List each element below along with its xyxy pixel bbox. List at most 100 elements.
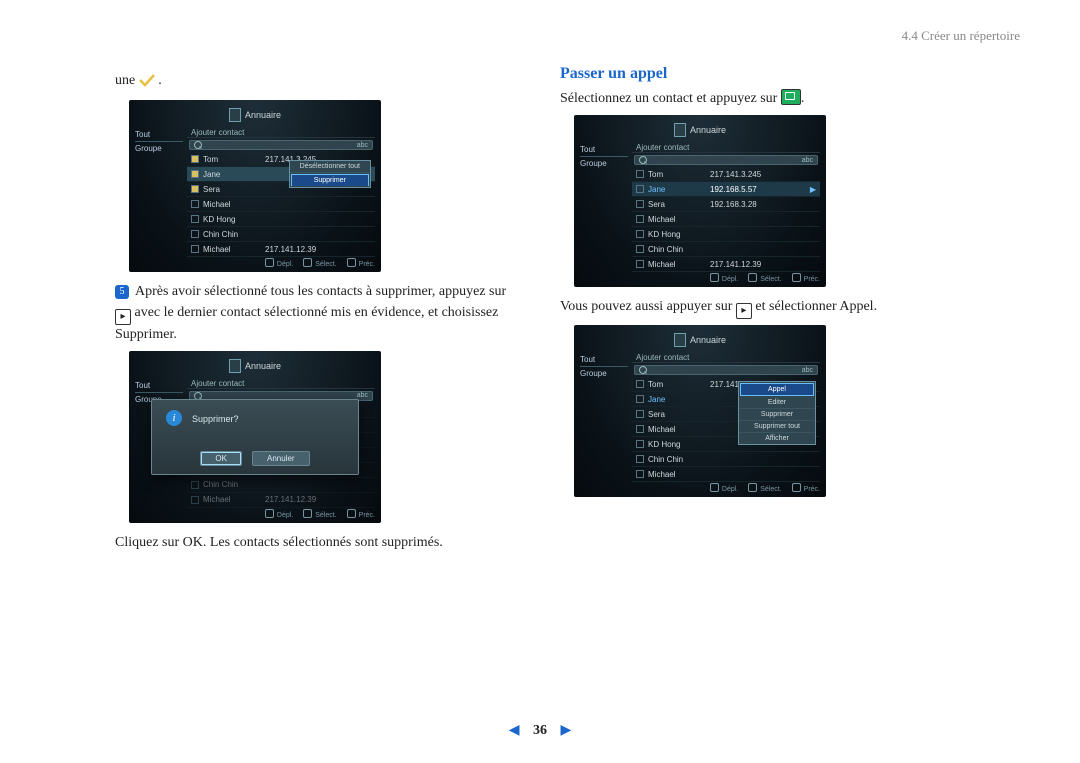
list-item[interactable]: Chin Chin: [632, 452, 820, 467]
list-item[interactable]: Sera192.168.3.28: [632, 197, 820, 212]
search-icon: [639, 366, 647, 374]
footer-depl: Dépl.: [265, 258, 293, 268]
contact-ip: 192.168.3.28: [710, 200, 816, 209]
list-item[interactable]: KD Hong: [632, 227, 820, 242]
screenshot-title: Annuaire: [574, 331, 826, 349]
checkbox-icon[interactable]: [636, 200, 644, 208]
checkbox-icon: [191, 496, 199, 504]
search-input[interactable]: abc: [634, 365, 818, 375]
contact-name: Sera: [648, 410, 706, 419]
step-badge-5: 5: [115, 285, 129, 299]
checkbox-icon[interactable]: [636, 455, 644, 463]
search-input[interactable]: abc: [634, 155, 818, 165]
list-item[interactable]: Michael217.141.12.39: [632, 257, 820, 272]
checkbox-icon[interactable]: [636, 425, 644, 433]
list-item[interactable]: Jane192.168.5.57▶: [632, 182, 820, 197]
sidebar-item-groupe[interactable]: Groupe: [580, 157, 628, 170]
menu-item-supprimer[interactable]: Supprimer: [291, 174, 369, 186]
list-item[interactable]: KD Hong: [187, 212, 375, 227]
footer-select: Sélect.: [303, 509, 336, 519]
sidebar-item-tout[interactable]: Tout: [135, 128, 183, 142]
list-item[interactable]: Chin Chin: [187, 227, 375, 242]
menu-item-supprimer[interactable]: Supprimer: [739, 409, 815, 421]
document-icon: [674, 123, 686, 137]
footer-prec: Préc.: [347, 509, 375, 519]
contact-name: Chin Chin: [203, 230, 261, 239]
checkbox-icon[interactable]: [636, 470, 644, 478]
list-item[interactable]: Michael217.141.12.39: [187, 242, 375, 257]
sidebar-item-groupe[interactable]: Groupe: [135, 142, 183, 155]
checkbox-icon[interactable]: [636, 245, 644, 253]
document-icon: [229, 108, 241, 122]
menu-item-deselect-all[interactable]: Désélectionner tout: [290, 161, 370, 173]
list-item[interactable]: Michael: [187, 197, 375, 212]
menu-item-appel[interactable]: Appel: [740, 383, 814, 396]
search-input[interactable]: abc: [189, 140, 373, 150]
list-item[interactable]: Chin Chin: [632, 242, 820, 257]
next-page-icon[interactable]: ▶: [561, 723, 572, 738]
title-text: Annuaire: [245, 110, 281, 120]
screenshot-4: Annuaire Tout Groupe Ajouter contact abc…: [574, 325, 826, 497]
checkbox-icon[interactable]: [636, 395, 644, 403]
right-column: Passer un appel Sélectionnez un contact …: [560, 65, 968, 507]
checkbox-icon[interactable]: [191, 185, 199, 193]
checkbox-icon[interactable]: [636, 215, 644, 223]
contact-ip: 217.141.12.39: [265, 495, 371, 504]
screenshot-2: Annuaire Tout Groupe Ajouter contact abc…: [129, 351, 381, 523]
checkbox-icon[interactable]: [636, 440, 644, 448]
footer-select: Sélect.: [748, 483, 781, 493]
list-item[interactable]: Tom217.141.3.245: [632, 167, 820, 182]
checkbox-icon[interactable]: [636, 230, 644, 238]
add-contact-bar[interactable]: Ajouter contact: [632, 143, 820, 153]
contact-name: Tom: [648, 170, 706, 179]
add-contact-bar[interactable]: Ajouter contact: [632, 353, 820, 363]
checkbox-icon[interactable]: [191, 230, 199, 238]
abc-label: abc: [802, 367, 813, 374]
checkbox-icon[interactable]: [191, 170, 199, 178]
cancel-button[interactable]: Annuler: [252, 451, 310, 466]
contact-name: Chin Chin: [203, 480, 261, 489]
menu-item-afficher[interactable]: Afficher: [739, 433, 815, 444]
abc-label: abc: [802, 157, 813, 164]
title-text: Annuaire: [690, 125, 726, 135]
checkbox-icon[interactable]: [191, 200, 199, 208]
list-item: Michael217.141.12.39: [187, 493, 375, 508]
footer-prec: Préc.: [792, 483, 820, 493]
contact-name: Chin Chin: [648, 455, 706, 464]
sidebar-item-tout[interactable]: Tout: [580, 353, 628, 367]
search-icon: [194, 141, 202, 149]
contact-name: Michael: [648, 260, 706, 269]
checkbox-icon[interactable]: [191, 155, 199, 163]
footer-bar: Dépl. Sélect. Préc.: [129, 256, 381, 270]
list-item[interactable]: Michael: [632, 212, 820, 227]
sidebar-item-groupe[interactable]: Groupe: [580, 367, 628, 380]
contact-name: Tom: [203, 155, 261, 164]
checkbox-icon[interactable]: [191, 245, 199, 253]
list-item[interactable]: Michael: [632, 467, 820, 482]
checkbox-icon[interactable]: [636, 260, 644, 268]
ok-button[interactable]: OK: [200, 451, 242, 466]
pager: ◀ 36 ▶: [0, 722, 1080, 739]
menu-item-supprimer-tout[interactable]: Supprimer tout: [739, 421, 815, 433]
checkbox-icon[interactable]: [636, 410, 644, 418]
prev-page-icon[interactable]: ◀: [509, 723, 520, 738]
sidebar-item-tout[interactable]: Tout: [580, 143, 628, 157]
call-icon: [781, 89, 801, 105]
checkbox-icon[interactable]: [636, 185, 644, 193]
right-p1b: .: [801, 91, 805, 106]
sidebar-item-tout[interactable]: Tout: [135, 379, 183, 393]
add-contact-bar[interactable]: Ajouter contact: [187, 379, 375, 389]
add-contact-bar[interactable]: Ajouter contact: [187, 128, 375, 138]
contact-name: Sera: [203, 185, 261, 194]
dialog-buttons: OK Annuler: [152, 451, 358, 466]
menu-item-editer[interactable]: Editer: [739, 397, 815, 409]
contact-name: Michael: [648, 425, 706, 434]
checkmark-icon: [139, 73, 155, 94]
checkbox-icon[interactable]: [636, 170, 644, 178]
key-icon: ▸: [115, 309, 131, 325]
checkbox-icon[interactable]: [191, 215, 199, 223]
page-number: 36: [533, 723, 547, 738]
search-icon: [639, 156, 647, 164]
footer-depl: Dépl.: [710, 273, 738, 283]
checkbox-icon[interactable]: [636, 380, 644, 388]
